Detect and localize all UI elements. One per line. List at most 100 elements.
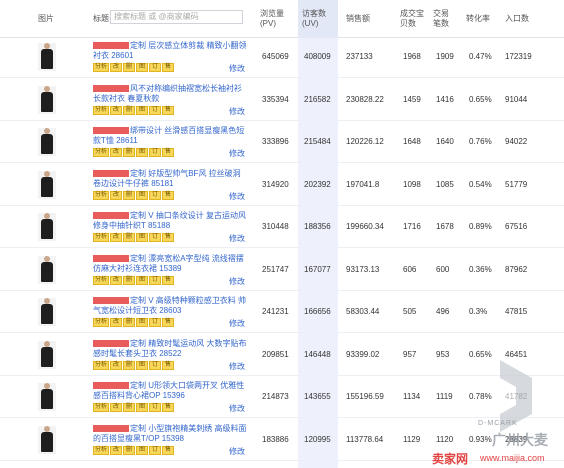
action-tag-button[interactable]: 订 bbox=[149, 318, 161, 327]
product-title-link[interactable]: 风不对称编织抽褶宽松长袖衬衫长款衬衣 春夏秋款 bbox=[93, 84, 248, 104]
action-tag-button[interactable]: 订 bbox=[149, 105, 161, 115]
edit-link[interactable]: 修改 bbox=[229, 318, 245, 329]
action-tag-button[interactable]: 删 bbox=[123, 63, 135, 72]
edit-link[interactable]: 修改 bbox=[229, 148, 245, 159]
action-tag-button[interactable]: 改 bbox=[110, 318, 122, 327]
edit-link[interactable]: 修改 bbox=[229, 361, 245, 372]
action-tag-button[interactable]: 售 bbox=[162, 445, 174, 455]
header-entry[interactable]: 入口数 bbox=[505, 0, 529, 38]
action-tag-button[interactable]: 分析 bbox=[93, 63, 109, 72]
product-title-link[interactable]: 定制 V 高级特种颗粒感卫衣料 帅气宽松设计短卫衣 28603 bbox=[93, 296, 248, 316]
action-tag-button[interactable]: 图 bbox=[136, 105, 148, 115]
edit-link[interactable]: 修改 bbox=[229, 233, 245, 244]
edit-link[interactable]: 修改 bbox=[229, 276, 245, 287]
action-tag-button[interactable]: 图 bbox=[136, 318, 148, 327]
action-tag-button[interactable]: 售 bbox=[162, 360, 174, 370]
action-tag-button[interactable]: 订 bbox=[149, 148, 161, 157]
action-tag-button[interactable]: 图 bbox=[136, 233, 148, 242]
action-tag-button[interactable]: 图 bbox=[136, 403, 148, 412]
action-tag-button[interactable]: 图 bbox=[136, 275, 148, 285]
edit-link[interactable]: 修改 bbox=[229, 403, 245, 414]
action-tag-button[interactable]: 分析 bbox=[93, 360, 109, 370]
product-title-link[interactable]: 定制 层次感立体剪裁 精致小翻领衬衣 28601 bbox=[93, 41, 248, 61]
product-thumbnail[interactable] bbox=[38, 255, 56, 284]
product-title-link[interactable]: 定制 精致时髦运动风 大数字贴布感时髦长套头卫衣 28522 bbox=[93, 339, 248, 359]
action-tag-button[interactable]: 分析 bbox=[93, 190, 109, 200]
product-thumbnail[interactable] bbox=[38, 298, 56, 326]
product-title-link[interactable]: 绑带设计 丝滑感百搭显瘦黑色短款T恤 28611 bbox=[93, 126, 248, 146]
action-tag-button[interactable]: 分析 bbox=[93, 445, 109, 455]
product-thumbnail[interactable] bbox=[38, 383, 56, 411]
action-tag-button[interactable]: 图 bbox=[136, 360, 148, 370]
product-thumbnail[interactable] bbox=[38, 213, 56, 241]
action-tag-button[interactable]: 分析 bbox=[93, 318, 109, 327]
action-tag-button[interactable]: 售 bbox=[162, 318, 174, 327]
action-tag-button[interactable]: 改 bbox=[110, 63, 122, 72]
product-thumbnail[interactable] bbox=[38, 170, 56, 199]
action-tag-button[interactable]: 订 bbox=[149, 275, 161, 285]
action-tags: 分析改删图订售 bbox=[93, 233, 174, 242]
action-tag-button[interactable]: 删 bbox=[123, 403, 135, 412]
action-tag-button[interactable]: 改 bbox=[110, 445, 122, 455]
action-tag-button[interactable]: 售 bbox=[162, 105, 174, 115]
action-tag-button[interactable]: 改 bbox=[110, 275, 122, 285]
edit-link[interactable]: 修改 bbox=[229, 106, 245, 117]
action-tag-button[interactable]: 删 bbox=[123, 318, 135, 327]
header-pv[interactable]: 浏览量(PV) bbox=[260, 0, 296, 38]
action-tag-button[interactable]: 售 bbox=[162, 233, 174, 242]
product-thumbnail[interactable] bbox=[38, 85, 56, 114]
action-tag-button[interactable]: 分析 bbox=[93, 403, 109, 412]
action-tag-button[interactable]: 删 bbox=[123, 445, 135, 455]
search-input[interactable]: 搜索标题 或 @商家编码 bbox=[110, 10, 243, 24]
edit-link[interactable]: 修改 bbox=[229, 446, 245, 457]
action-tag-button[interactable]: 订 bbox=[149, 190, 161, 200]
action-tag-button[interactable]: 图 bbox=[136, 190, 148, 200]
action-tag-button[interactable]: 删 bbox=[123, 190, 135, 200]
header-buyers[interactable]: 成交宝贝数 bbox=[400, 0, 424, 38]
cell-conversion: 0.65% bbox=[469, 94, 492, 104]
action-tag-button[interactable]: 删 bbox=[123, 360, 135, 370]
product-title-link[interactable]: 定制 U形领大口袋两开叉 优雅性感百搭料背心裙OP 15396 bbox=[93, 381, 248, 401]
action-tag-button[interactable]: 订 bbox=[149, 445, 161, 455]
action-tag-button[interactable]: 订 bbox=[149, 360, 161, 370]
product-title-link[interactable]: 定制 好版型帅气BF风 拉丝破洞卷边设计牛仔裤 85181 bbox=[93, 169, 248, 189]
product-thumbnail[interactable] bbox=[38, 340, 56, 369]
product-thumbnail[interactable] bbox=[38, 128, 56, 156]
product-title-link[interactable]: 定制 V 抽口条纹设计 复古运动风修身中抽针织T 85188 bbox=[93, 211, 248, 231]
action-tag-button[interactable]: 删 bbox=[123, 233, 135, 242]
action-tag-button[interactable]: 分析 bbox=[93, 233, 109, 242]
action-tag-button[interactable]: 图 bbox=[136, 445, 148, 455]
product-thumbnail[interactable] bbox=[38, 425, 56, 454]
action-tag-button[interactable]: 图 bbox=[136, 148, 148, 157]
action-tag-button[interactable]: 改 bbox=[110, 360, 122, 370]
product-title-link[interactable]: 定制 漂亮宽松A字型纯 流线褶摆仿麻大衬衫连衣裙 15389 bbox=[93, 254, 248, 274]
edit-link[interactable]: 修改 bbox=[229, 191, 245, 202]
action-tag-button[interactable]: 售 bbox=[162, 190, 174, 200]
action-tag-button[interactable]: 订 bbox=[149, 63, 161, 72]
action-tag-button[interactable]: 改 bbox=[110, 148, 122, 157]
action-tag-button[interactable]: 删 bbox=[123, 275, 135, 285]
action-tag-button[interactable]: 售 bbox=[162, 148, 174, 157]
action-tag-button[interactable]: 分析 bbox=[93, 275, 109, 285]
header-conversion[interactable]: 转化率 bbox=[466, 0, 490, 38]
action-tag-button[interactable]: 图 bbox=[136, 63, 148, 72]
action-tag-button[interactable]: 改 bbox=[110, 105, 122, 115]
action-tag-button[interactable]: 订 bbox=[149, 403, 161, 412]
header-orders[interactable]: 交易笔数 bbox=[433, 0, 455, 38]
product-thumbnail[interactable] bbox=[38, 43, 56, 71]
header-sales[interactable]: 销售额 bbox=[346, 0, 370, 38]
action-tag-button[interactable]: 分析 bbox=[93, 105, 109, 115]
action-tag-button[interactable]: 改 bbox=[110, 190, 122, 200]
action-tag-button[interactable]: 改 bbox=[110, 233, 122, 242]
edit-link[interactable]: 修改 bbox=[229, 63, 245, 74]
product-title-link[interactable]: 定制 小型旗袍精美刺绣 高级料面的百搭显瘦黑T/OP 15398 bbox=[93, 424, 248, 444]
action-tag-button[interactable]: 删 bbox=[123, 105, 135, 115]
action-tag-button[interactable]: 改 bbox=[110, 403, 122, 412]
action-tag-button[interactable]: 售 bbox=[162, 63, 174, 72]
action-tag-button[interactable]: 分析 bbox=[93, 148, 109, 157]
header-uv[interactable]: 访客数(UV) bbox=[298, 0, 338, 38]
action-tag-button[interactable]: 订 bbox=[149, 233, 161, 242]
action-tag-button[interactable]: 售 bbox=[162, 275, 174, 285]
action-tag-button[interactable]: 售 bbox=[162, 403, 174, 412]
action-tag-button[interactable]: 删 bbox=[123, 148, 135, 157]
